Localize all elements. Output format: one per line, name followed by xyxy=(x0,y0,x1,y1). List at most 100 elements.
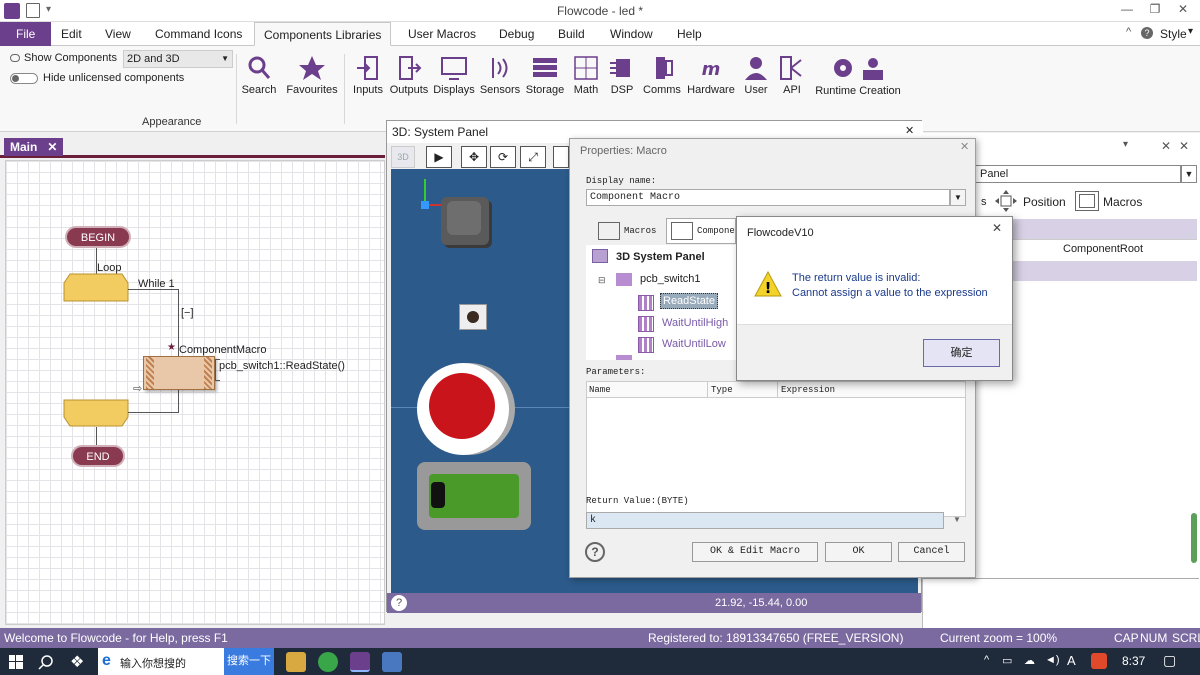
file-explorer-icon[interactable] xyxy=(286,652,306,672)
help-icon[interactable]: ? xyxy=(585,542,605,562)
red-button-component[interactable] xyxy=(417,363,509,455)
collapse-icon[interactable]: ⊟ xyxy=(598,275,606,286)
dsp-button[interactable]: DSP xyxy=(606,54,638,96)
minimize-icon[interactable]: — xyxy=(1114,2,1140,20)
search-button[interactable]: Search xyxy=(240,54,278,96)
tree-child[interactable]: pcb_switch1 xyxy=(640,273,701,285)
resize-tool-icon[interactable]: ⤢ xyxy=(520,146,546,168)
api-button[interactable]: API xyxy=(776,54,808,96)
tool-icon[interactable] xyxy=(553,146,569,168)
toggle-switch-component[interactable] xyxy=(417,462,531,530)
show-components-select[interactable]: 2D and 3D ▼ xyxy=(123,50,233,68)
menu-view[interactable]: View xyxy=(96,22,140,46)
menu-user-macros[interactable]: User Macros xyxy=(399,22,485,46)
browser-icon[interactable] xyxy=(318,652,338,672)
ribbon-separator xyxy=(344,54,345,124)
confirm-button[interactable]: 确定 xyxy=(923,339,1000,367)
pointer-tool-icon[interactable]: ▶ xyxy=(426,146,452,168)
comms-button[interactable]: Comms xyxy=(642,54,682,96)
chevron-down-icon[interactable]: ▼ xyxy=(948,512,966,529)
favourites-button[interactable]: Favourites xyxy=(284,54,340,96)
hide-unlicensed-toggle[interactable] xyxy=(10,73,38,84)
tree-item-readstate[interactable]: ReadState xyxy=(660,293,718,309)
search-icon[interactable] xyxy=(38,654,54,670)
windows-start-icon[interactable] xyxy=(9,655,23,669)
move-tool-icon[interactable]: ✥ xyxy=(461,146,487,168)
close-icon[interactable]: ✕ xyxy=(1170,2,1196,20)
rotate-tool-icon[interactable]: ⟳ xyxy=(490,146,516,168)
menu-edit[interactable]: Edit xyxy=(52,22,91,46)
tree-item-waituntillow[interactable]: WaitUntilLow xyxy=(662,338,726,350)
storage-button[interactable]: Storage xyxy=(523,54,567,96)
chevron-down-icon[interactable]: ▼ xyxy=(1181,165,1197,183)
taskbar-search-button[interactable]: 搜索一下 xyxy=(224,648,274,675)
displays-button[interactable]: Displays xyxy=(432,54,476,96)
math-button[interactable]: Math xyxy=(570,54,602,96)
tab-main[interactable]: Main ✕ xyxy=(4,138,64,156)
flowcode-taskbar-icon[interactable] xyxy=(350,652,370,672)
menu-components-libraries[interactable]: Components Libraries xyxy=(254,22,392,46)
tree-root[interactable]: 3D System Panel xyxy=(616,251,705,263)
chevron-up-icon[interactable]: ^ xyxy=(984,654,989,666)
network-icon[interactable]: ▭ xyxy=(1002,654,1012,667)
panel-close-icon[interactable]: ✕ xyxy=(905,124,914,137)
app-taskbar-icon[interactable] xyxy=(382,652,402,672)
pcb-switch-component[interactable] xyxy=(459,304,487,330)
hardware-button[interactable]: m Hardware xyxy=(684,54,738,96)
collapse-toggle[interactable]: [−] xyxy=(181,307,194,319)
scrollbar[interactable] xyxy=(1191,513,1197,563)
sync-icon[interactable]: ☁ xyxy=(1024,654,1035,667)
maximize-icon[interactable]: ❐ xyxy=(1142,2,1168,20)
macros-button[interactable]: Macros xyxy=(1103,195,1142,209)
begin-terminal[interactable]: BEGIN xyxy=(65,226,131,248)
panel-select[interactable]: Panel xyxy=(975,165,1181,183)
loop-end-shape[interactable] xyxy=(62,399,130,427)
task-view-icon[interactable]: ❖ xyxy=(70,652,84,672)
dsp-label: DSP xyxy=(610,84,634,96)
tree-item-waituntilhigh[interactable]: WaitUntilHigh xyxy=(662,317,728,329)
ok-edit-macro-button[interactable]: OK & Edit Macro xyxy=(692,542,818,562)
pin-icon[interactable]: ✕ xyxy=(1161,139,1171,153)
display-name-input[interactable]: Component Macro xyxy=(586,189,950,206)
notification-icon[interactable]: ▢ xyxy=(1163,652,1176,669)
menu-help[interactable]: Help xyxy=(668,22,711,46)
ok-button[interactable]: OK xyxy=(825,542,892,562)
taskbar-search-box[interactable]: e 输入你想搜的 xyxy=(98,648,224,675)
help-icon[interactable]: ? xyxy=(1141,27,1153,39)
menu-build[interactable]: Build xyxy=(549,22,594,46)
inputs-button[interactable]: Inputs xyxy=(351,54,385,96)
sogou-icon[interactable] xyxy=(1091,653,1107,669)
tab-components[interactable]: Components xyxy=(666,218,736,244)
style-menu[interactable]: Style xyxy=(1160,27,1187,41)
panel-dropdown-icon[interactable]: ▾ xyxy=(1123,139,1128,150)
runtime-creation-button[interactable]: Runtime Creation xyxy=(812,54,904,97)
3d-view-icon[interactable]: 3D xyxy=(391,146,415,168)
close-icon[interactable]: ✕ xyxy=(960,140,969,153)
close-icon[interactable]: ✕ xyxy=(992,221,1002,235)
push-button-component[interactable] xyxy=(441,197,489,245)
tab-macros[interactable]: Macros xyxy=(594,218,664,244)
menu-debug[interactable]: Debug xyxy=(490,22,543,46)
flowchart-canvas[interactable]: BEGIN Loop While 1 [−] ★ ComponentMacro … xyxy=(5,160,385,625)
menu-window[interactable]: Window xyxy=(601,22,662,46)
sensors-button[interactable]: Sensors xyxy=(478,54,522,96)
outputs-button[interactable]: Outputs xyxy=(388,54,430,96)
return-value-input[interactable]: k xyxy=(586,512,944,529)
end-terminal[interactable]: END xyxy=(71,445,125,467)
clock[interactable]: 8:37 xyxy=(1122,654,1145,668)
volume-icon[interactable]: ◄) xyxy=(1045,654,1060,666)
position-button[interactable]: Position xyxy=(1023,195,1066,209)
menu-file[interactable]: File xyxy=(0,22,52,46)
user-button[interactable]: User xyxy=(740,54,772,96)
ribbon-collapse-icon[interactable]: ^ xyxy=(1126,26,1131,38)
style-dropdown-icon[interactable]: ▾ xyxy=(1188,26,1193,37)
loop-start-shape[interactable] xyxy=(62,273,130,303)
menu-command-icons[interactable]: Command Icons xyxy=(146,22,251,46)
help-icon[interactable]: ? xyxy=(391,595,407,611)
close-tab-icon[interactable]: ✕ xyxy=(47,140,57,154)
chevron-down-icon[interactable]: ▼ xyxy=(950,189,966,206)
component-macro-block[interactable] xyxy=(143,356,215,390)
ime-indicator[interactable]: A xyxy=(1067,653,1076,668)
panel-close-icon[interactable]: ✕ xyxy=(1179,139,1189,153)
cancel-button[interactable]: Cancel xyxy=(898,542,965,562)
